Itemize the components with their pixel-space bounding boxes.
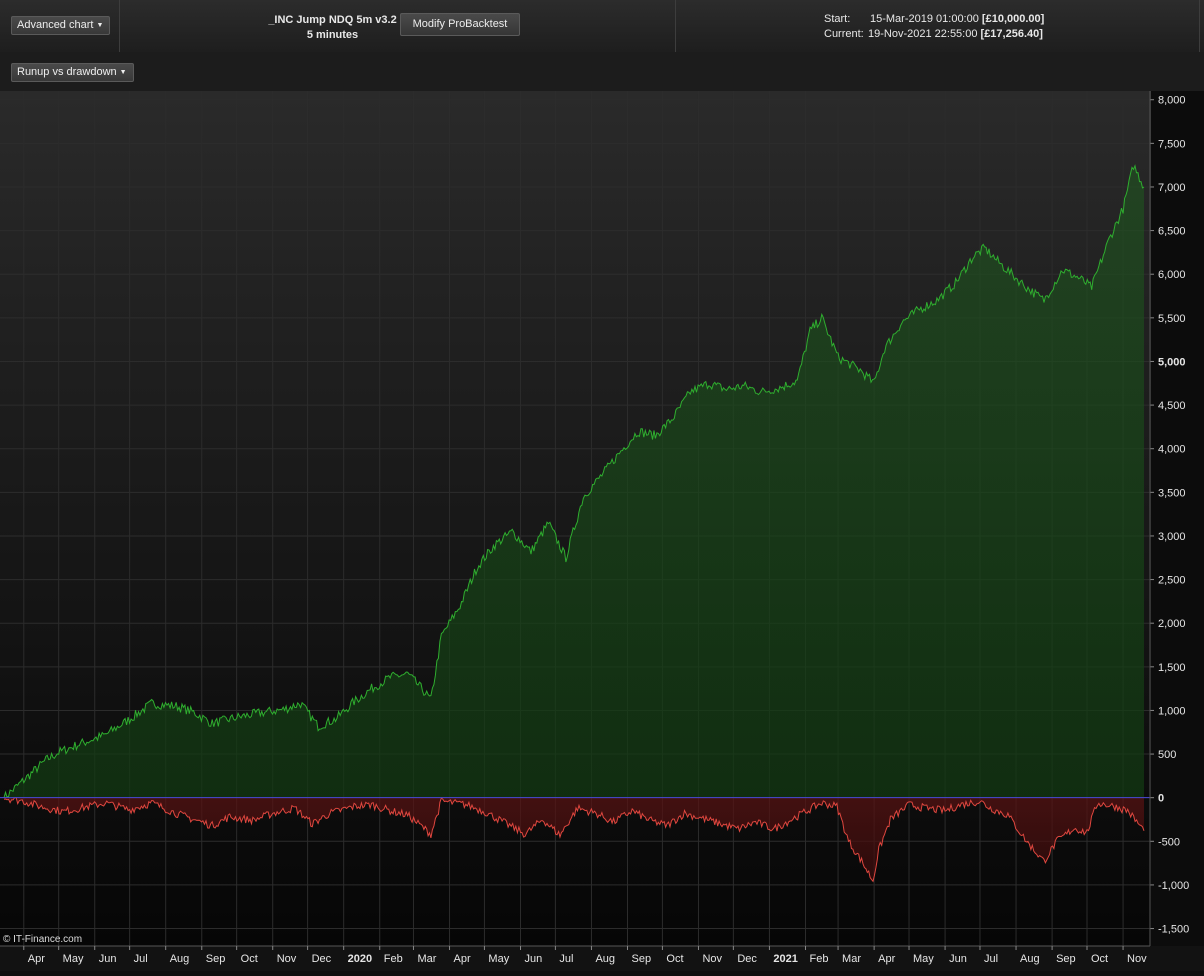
x-tick-label: Nov [277, 953, 297, 965]
y-tick-label: 4,000 [1158, 444, 1186, 456]
y-tick-label: 7,500 [1158, 138, 1186, 150]
x-tick-label: Sep [632, 953, 652, 965]
toolbar-divider [675, 0, 676, 52]
toolbar-divider [1199, 0, 1200, 52]
y-tick-label: 1,500 [1158, 662, 1186, 674]
current-datetime: 19-Nov-2021 22:55:00 [868, 28, 978, 40]
y-tick-label: 6,500 [1158, 226, 1186, 238]
start-datetime: 15-Mar-2019 01:00:00 [870, 13, 979, 25]
timeframe-label: 5 minutes [306, 29, 359, 41]
x-tick-label: 2020 [348, 953, 372, 965]
x-tick-label: Oct [666, 953, 683, 965]
y-tick-label: 4,500 [1158, 400, 1186, 412]
y-tick-label: -500 [1158, 836, 1180, 848]
y-tick-label: 6,000 [1158, 269, 1186, 281]
y-tick-label: 0 [1158, 793, 1164, 805]
y-tick-label: 3,000 [1158, 531, 1186, 543]
top-toolbar: Advanced chart ▼ _INC Jump NDQ 5m v3.2 5 … [0, 0, 1204, 53]
advanced-chart-dropdown[interactable]: Advanced chart ▼ [11, 16, 111, 35]
view-selector-label: Runup vs drawdown [17, 66, 117, 78]
runup-drawdown-chart[interactable]: 8,000 7,500 7,000 6,500 6,000 5,500 5,000 4,500… [0, 91, 1204, 971]
x-tick-label: May [63, 953, 84, 965]
start-label: Start: [824, 13, 851, 25]
x-tick-label: Apr [454, 953, 471, 965]
advanced-chart-label: Advanced chart [17, 19, 94, 31]
x-tick-label: Mar [842, 953, 861, 965]
chart-svg: 8,000 7,500 7,000 6,500 6,000 5,500 5,000 4,500… [0, 91, 1204, 971]
view-bar: Runup vs drawdown ▼ [0, 52, 1204, 92]
x-tick-label: Apr [878, 953, 895, 965]
x-tick-label: Dec [737, 953, 757, 965]
view-selector-dropdown[interactable]: Runup vs drawdown ▼ [11, 63, 134, 82]
x-tick-label: May [488, 953, 509, 965]
start-info: Start: [824, 12, 850, 27]
x-tick-label: Aug [595, 953, 615, 965]
x-tick-label: Nov [1127, 953, 1147, 965]
x-tick-label: Jul [559, 953, 573, 965]
x-tick-label: Jul [134, 953, 148, 965]
it-finance-credit: © IT-Finance.com [3, 934, 83, 945]
x-tick-label: Feb [809, 953, 828, 965]
y-tick-label: 3,500 [1158, 487, 1186, 499]
x-tick-label: Jun [99, 953, 117, 965]
y-tick-label: -1,500 [1158, 924, 1189, 936]
chevron-down-icon: ▼ [119, 69, 127, 76]
x-tick-label: May [913, 953, 934, 965]
y-tick-label: 5,000 [1158, 356, 1186, 368]
x-tick-label: Apr [28, 953, 45, 965]
current-info: Current: [824, 27, 864, 42]
x-tick-label: Jun [949, 953, 967, 965]
x-tick-label: 2021 [773, 953, 797, 965]
chevron-down-icon: ▼ [96, 22, 104, 29]
x-tick-label: Feb [384, 953, 403, 965]
y-tick-label: 500 [1158, 749, 1176, 761]
x-tick-label: Jul [984, 953, 998, 965]
x-tick-label: Sep [206, 953, 226, 965]
y-tick-label: -1,000 [1158, 880, 1189, 892]
x-tick-label: Oct [1091, 953, 1108, 965]
x-tick-label: Aug [170, 953, 190, 965]
current-label: Current: [824, 28, 864, 40]
toolbar-divider [119, 0, 120, 52]
x-tick-label: Nov [702, 953, 722, 965]
current-values: 19-Nov-2021 22:55:00 [£17,256.40] [868, 27, 1043, 42]
y-tick-label: 7,000 [1158, 182, 1186, 194]
x-tick-label: Oct [241, 953, 258, 965]
x-tick-label: Mar [417, 953, 436, 965]
y-tick-label: 8,000 [1158, 95, 1186, 107]
modify-probacktest-button[interactable]: Modify ProBacktest [400, 13, 520, 36]
y-tick-label: 5,500 [1158, 313, 1186, 325]
strategy-title: _INC Jump NDQ 5m v3.2 5 minutes [255, 13, 410, 43]
y-tick-label: 2,500 [1158, 575, 1186, 587]
x-tick-label: Sep [1056, 953, 1076, 965]
x-tick-label: Dec [312, 953, 332, 965]
y-tick-label: 2,000 [1158, 618, 1186, 630]
x-tick-label: Jun [524, 953, 542, 965]
start-capital: [£10,000.00] [981, 13, 1045, 25]
start-values: 15-Mar-2019 01:00:00 [£10,000.00] [870, 12, 1044, 27]
x-tick-label: Aug [1020, 953, 1040, 965]
y-tick-label: 1,000 [1158, 705, 1186, 717]
strategy-name: _INC Jump NDQ 5m v3.2 [268, 14, 397, 26]
current-capital: [£17,256.40] [980, 28, 1043, 40]
